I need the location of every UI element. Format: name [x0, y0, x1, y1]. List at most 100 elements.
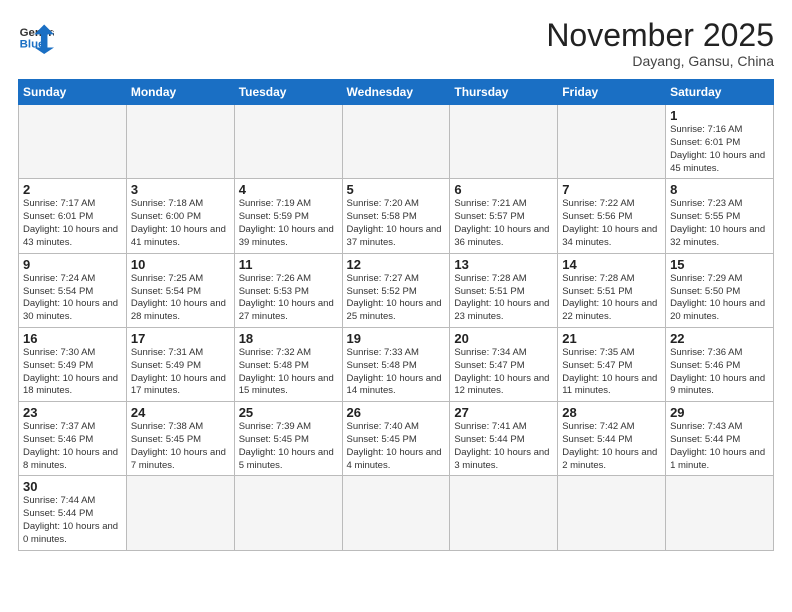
day-number: 5 [347, 182, 446, 197]
day-number: 13 [454, 257, 553, 272]
day-number: 1 [670, 108, 769, 123]
day-info: Sunrise: 7:18 AM Sunset: 6:00 PM Dayligh… [131, 198, 230, 249]
month-title: November 2025 [546, 18, 774, 53]
day-number: 19 [347, 331, 446, 346]
calendar-cell [234, 105, 342, 179]
day-info: Sunrise: 7:26 AM Sunset: 5:53 PM Dayligh… [239, 273, 338, 324]
calendar-cell [342, 105, 450, 179]
day-info: Sunrise: 7:20 AM Sunset: 5:58 PM Dayligh… [347, 198, 446, 249]
day-info: Sunrise: 7:43 AM Sunset: 5:44 PM Dayligh… [670, 421, 769, 472]
calendar-week-3: 9Sunrise: 7:24 AM Sunset: 5:54 PM Daylig… [19, 253, 774, 327]
day-number: 17 [131, 331, 230, 346]
calendar-cell: 16Sunrise: 7:30 AM Sunset: 5:49 PM Dayli… [19, 327, 127, 401]
day-info: Sunrise: 7:31 AM Sunset: 5:49 PM Dayligh… [131, 347, 230, 398]
day-info: Sunrise: 7:39 AM Sunset: 5:45 PM Dayligh… [239, 421, 338, 472]
calendar-week-5: 23Sunrise: 7:37 AM Sunset: 5:46 PM Dayli… [19, 402, 774, 476]
day-number: 9 [23, 257, 122, 272]
calendar-cell [234, 476, 342, 550]
calendar-cell: 18Sunrise: 7:32 AM Sunset: 5:48 PM Dayli… [234, 327, 342, 401]
logo: General Blue [18, 18, 54, 54]
calendar-cell [342, 476, 450, 550]
calendar-cell: 14Sunrise: 7:28 AM Sunset: 5:51 PM Dayli… [558, 253, 666, 327]
day-info: Sunrise: 7:33 AM Sunset: 5:48 PM Dayligh… [347, 347, 446, 398]
calendar-cell [450, 476, 558, 550]
calendar-cell: 3Sunrise: 7:18 AM Sunset: 6:00 PM Daylig… [126, 179, 234, 253]
day-number: 15 [670, 257, 769, 272]
day-number: 10 [131, 257, 230, 272]
day-info: Sunrise: 7:28 AM Sunset: 5:51 PM Dayligh… [454, 273, 553, 324]
day-info: Sunrise: 7:16 AM Sunset: 6:01 PM Dayligh… [670, 124, 769, 175]
day-number: 12 [347, 257, 446, 272]
day-number: 25 [239, 405, 338, 420]
calendar-cell [126, 476, 234, 550]
day-number: 22 [670, 331, 769, 346]
day-info: Sunrise: 7:44 AM Sunset: 5:44 PM Dayligh… [23, 495, 122, 546]
calendar-cell: 9Sunrise: 7:24 AM Sunset: 5:54 PM Daylig… [19, 253, 127, 327]
day-info: Sunrise: 7:38 AM Sunset: 5:45 PM Dayligh… [131, 421, 230, 472]
day-info: Sunrise: 7:35 AM Sunset: 5:47 PM Dayligh… [562, 347, 661, 398]
day-info: Sunrise: 7:25 AM Sunset: 5:54 PM Dayligh… [131, 273, 230, 324]
calendar-cell: 1Sunrise: 7:16 AM Sunset: 6:01 PM Daylig… [666, 105, 774, 179]
day-number: 26 [347, 405, 446, 420]
calendar-cell: 21Sunrise: 7:35 AM Sunset: 5:47 PM Dayli… [558, 327, 666, 401]
day-number: 8 [670, 182, 769, 197]
calendar-cell: 27Sunrise: 7:41 AM Sunset: 5:44 PM Dayli… [450, 402, 558, 476]
calendar-cell: 6Sunrise: 7:21 AM Sunset: 5:57 PM Daylig… [450, 179, 558, 253]
header: General Blue November 2025 Dayang, Gansu… [18, 18, 774, 69]
day-number: 3 [131, 182, 230, 197]
calendar-cell: 10Sunrise: 7:25 AM Sunset: 5:54 PM Dayli… [126, 253, 234, 327]
day-info: Sunrise: 7:34 AM Sunset: 5:47 PM Dayligh… [454, 347, 553, 398]
calendar-cell: 19Sunrise: 7:33 AM Sunset: 5:48 PM Dayli… [342, 327, 450, 401]
calendar-table: SundayMondayTuesdayWednesdayThursdayFrid… [18, 79, 774, 551]
calendar-cell: 13Sunrise: 7:28 AM Sunset: 5:51 PM Dayli… [450, 253, 558, 327]
calendar-week-1: 1Sunrise: 7:16 AM Sunset: 6:01 PM Daylig… [19, 105, 774, 179]
day-info: Sunrise: 7:32 AM Sunset: 5:48 PM Dayligh… [239, 347, 338, 398]
day-number: 7 [562, 182, 661, 197]
calendar-cell: 7Sunrise: 7:22 AM Sunset: 5:56 PM Daylig… [558, 179, 666, 253]
weekday-header-wednesday: Wednesday [342, 80, 450, 105]
day-info: Sunrise: 7:22 AM Sunset: 5:56 PM Dayligh… [562, 198, 661, 249]
day-number: 23 [23, 405, 122, 420]
day-info: Sunrise: 7:36 AM Sunset: 5:46 PM Dayligh… [670, 347, 769, 398]
calendar-cell: 5Sunrise: 7:20 AM Sunset: 5:58 PM Daylig… [342, 179, 450, 253]
day-info: Sunrise: 7:23 AM Sunset: 5:55 PM Dayligh… [670, 198, 769, 249]
calendar-cell [666, 476, 774, 550]
calendar-week-6: 30Sunrise: 7:44 AM Sunset: 5:44 PM Dayli… [19, 476, 774, 550]
logo-icon: General Blue [18, 18, 54, 54]
day-number: 4 [239, 182, 338, 197]
day-number: 18 [239, 331, 338, 346]
calendar-cell: 2Sunrise: 7:17 AM Sunset: 6:01 PM Daylig… [19, 179, 127, 253]
calendar-cell: 23Sunrise: 7:37 AM Sunset: 5:46 PM Dayli… [19, 402, 127, 476]
day-number: 28 [562, 405, 661, 420]
day-number: 2 [23, 182, 122, 197]
day-info: Sunrise: 7:27 AM Sunset: 5:52 PM Dayligh… [347, 273, 446, 324]
day-info: Sunrise: 7:41 AM Sunset: 5:44 PM Dayligh… [454, 421, 553, 472]
calendar-cell: 11Sunrise: 7:26 AM Sunset: 5:53 PM Dayli… [234, 253, 342, 327]
calendar-cell: 26Sunrise: 7:40 AM Sunset: 5:45 PM Dayli… [342, 402, 450, 476]
calendar-cell: 30Sunrise: 7:44 AM Sunset: 5:44 PM Dayli… [19, 476, 127, 550]
day-number: 24 [131, 405, 230, 420]
day-number: 11 [239, 257, 338, 272]
calendar-cell: 8Sunrise: 7:23 AM Sunset: 5:55 PM Daylig… [666, 179, 774, 253]
day-info: Sunrise: 7:29 AM Sunset: 5:50 PM Dayligh… [670, 273, 769, 324]
calendar-cell: 28Sunrise: 7:42 AM Sunset: 5:44 PM Dayli… [558, 402, 666, 476]
location-subtitle: Dayang, Gansu, China [546, 53, 774, 69]
calendar-week-4: 16Sunrise: 7:30 AM Sunset: 5:49 PM Dayli… [19, 327, 774, 401]
day-info: Sunrise: 7:28 AM Sunset: 5:51 PM Dayligh… [562, 273, 661, 324]
day-info: Sunrise: 7:42 AM Sunset: 5:44 PM Dayligh… [562, 421, 661, 472]
weekday-header-saturday: Saturday [666, 80, 774, 105]
day-info: Sunrise: 7:17 AM Sunset: 6:01 PM Dayligh… [23, 198, 122, 249]
calendar-cell [558, 476, 666, 550]
calendar-cell: 12Sunrise: 7:27 AM Sunset: 5:52 PM Dayli… [342, 253, 450, 327]
day-number: 6 [454, 182, 553, 197]
day-number: 29 [670, 405, 769, 420]
calendar-cell [126, 105, 234, 179]
calendar-week-2: 2Sunrise: 7:17 AM Sunset: 6:01 PM Daylig… [19, 179, 774, 253]
weekday-header-friday: Friday [558, 80, 666, 105]
weekday-header-tuesday: Tuesday [234, 80, 342, 105]
weekday-header-monday: Monday [126, 80, 234, 105]
day-info: Sunrise: 7:21 AM Sunset: 5:57 PM Dayligh… [454, 198, 553, 249]
calendar-cell: 17Sunrise: 7:31 AM Sunset: 5:49 PM Dayli… [126, 327, 234, 401]
calendar-cell: 22Sunrise: 7:36 AM Sunset: 5:46 PM Dayli… [666, 327, 774, 401]
day-info: Sunrise: 7:24 AM Sunset: 5:54 PM Dayligh… [23, 273, 122, 324]
